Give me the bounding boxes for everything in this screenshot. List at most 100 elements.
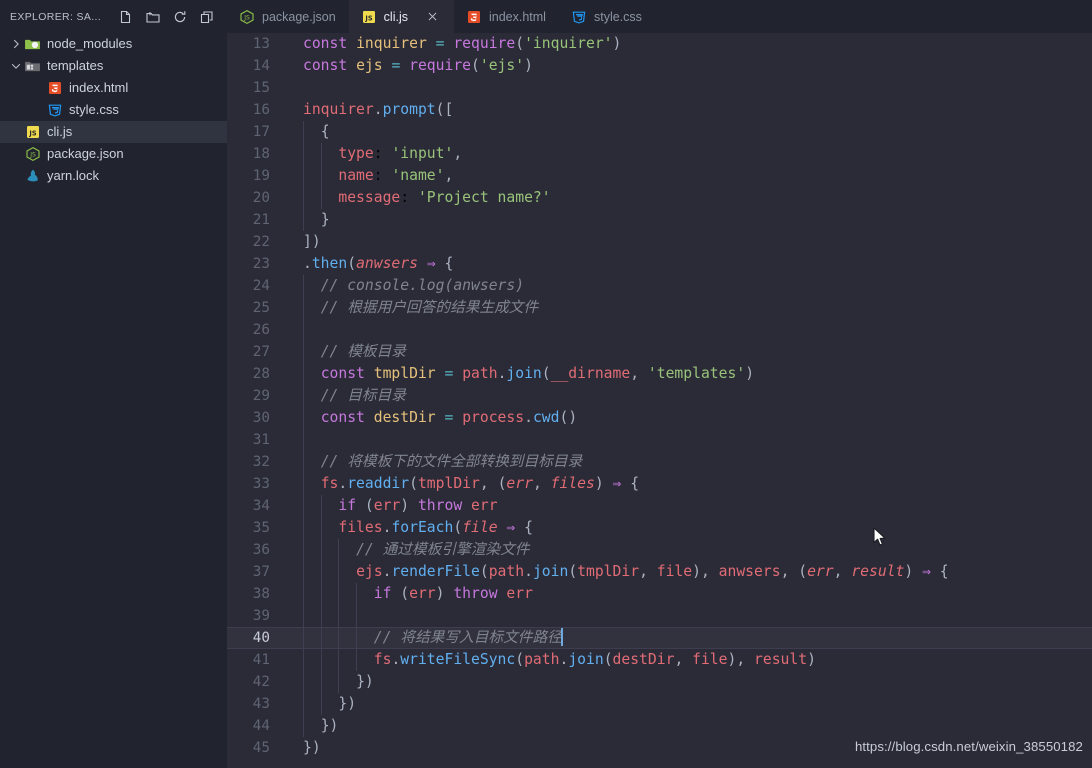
line-text[interactable]: if (err) throw err (287, 583, 1092, 605)
editor-area: JS package.json JS cli.js index.html style.cs… (227, 0, 1092, 768)
tab-close-icon[interactable] (424, 8, 441, 25)
line-text[interactable]: fs.readdir(tmplDir, (err, files) ⇒ { (287, 473, 1092, 495)
line-text[interactable]: const ejs = require('ejs') (287, 55, 1092, 77)
chevron-right-icon[interactable] (8, 36, 24, 52)
code-line[interactable]: 42 }) (227, 671, 1092, 693)
tab-package-json[interactable]: JS package.json (227, 0, 349, 33)
code-line[interactable]: 15 (227, 77, 1092, 99)
line-text[interactable]: message: 'Project name?' (287, 187, 1092, 209)
line-number: 20 (252, 190, 270, 206)
editor-tabbar: JS package.json JS cli.js index.html style.cs… (227, 0, 1092, 33)
line-text[interactable]: // 模板目录 (287, 341, 1092, 363)
code-line[interactable]: 34 if (err) throw err (227, 495, 1092, 517)
tree-item-yarn-lock[interactable]: yarn.lock (0, 165, 227, 187)
watermark-url: https://blog.csdn.net/weixin_38550182 (854, 739, 1083, 754)
code-line[interactable]: 26 (227, 319, 1092, 341)
line-text[interactable]: files.forEach(file ⇒ { (287, 517, 1092, 539)
code-line[interactable]: 32 // 将模板下的文件全部转换到目标目录 (227, 451, 1092, 473)
line-number: 21 (252, 212, 270, 228)
line-number: 39 (252, 608, 270, 624)
code-content[interactable]: 13 const inquirer = require('inquirer') 14… (227, 33, 1092, 759)
collapse-all-icon[interactable] (199, 9, 215, 25)
tree-item-node_modules[interactable]: node_modules (0, 33, 227, 55)
code-line[interactable]: 22]) (227, 231, 1092, 253)
tree-item-label: yarn.lock (47, 168, 100, 183)
line-text[interactable] (287, 429, 1092, 451)
code-line[interactable]: 35 files.forEach(file ⇒ { (227, 517, 1092, 539)
line-text[interactable]: }) (287, 715, 1092, 737)
code-line[interactable]: 13 const inquirer = require('inquirer') (227, 33, 1092, 55)
line-text[interactable]: } (287, 209, 1092, 231)
line-text[interactable]: const inquirer = require('inquirer') (287, 33, 1092, 55)
line-number: 38 (252, 586, 270, 602)
line-text[interactable] (287, 605, 1092, 627)
tab-index-html[interactable]: index.html (453, 0, 559, 33)
tree-item-package-json[interactable]: JS package.json (0, 143, 227, 165)
line-text[interactable]: // 通过模板引擎渲染文件 (287, 539, 1092, 561)
line-text[interactable]: }) (287, 671, 1092, 693)
code-line[interactable]: 21 } (227, 209, 1092, 231)
code-line[interactable]: 14 const ejs = require('ejs') (227, 55, 1092, 77)
line-text[interactable]: { (287, 121, 1092, 143)
indent-guide (303, 121, 304, 231)
code-line[interactable]: 24 // console.log(anwsers) (227, 275, 1092, 297)
line-text[interactable]: name: 'name', (287, 165, 1092, 187)
code-line[interactable]: 28 const tmplDir = path.join(__dirname, … (227, 363, 1092, 385)
tree-item-label: package.json (47, 146, 124, 161)
code-line[interactable]: 29 // 目标目录 (227, 385, 1092, 407)
tab-style-css[interactable]: style.css (558, 0, 655, 33)
line-text[interactable]: ejs.renderFile(path.join(tmplDir, file),… (287, 561, 1092, 583)
tree-item-cli-js[interactable]: JS cli.js (0, 121, 227, 143)
line-text[interactable]: inquirer.prompt([ (287, 99, 1092, 121)
line-text[interactable]: // 将模板下的文件全部转换到目标目录 (287, 451, 1092, 473)
code-line[interactable]: 17 { (227, 121, 1092, 143)
line-number: 26 (252, 322, 270, 338)
indent-guide (320, 143, 322, 209)
tree-item-templates[interactable]: templates (0, 55, 227, 77)
code-line[interactable]: 31 (227, 429, 1092, 451)
line-text[interactable]: // 目标目录 (287, 385, 1092, 407)
line-text[interactable] (287, 77, 1092, 99)
file-tree: node_modules templates index.html style.css… (0, 33, 227, 187)
code-line[interactable]: 33 fs.readdir(tmplDir, (err, files) ⇒ { (227, 473, 1092, 495)
line-number: 42 (252, 674, 270, 690)
line-text[interactable]: .then(anwsers ⇒ { (287, 253, 1092, 275)
line-text[interactable]: if (err) throw err (287, 495, 1092, 517)
line-text[interactable]: // console.log(anwsers) (287, 275, 1092, 297)
line-number: 22 (252, 234, 270, 250)
line-text[interactable]: const tmplDir = path.join(__dirname, 'te… (287, 363, 1092, 385)
line-text[interactable]: type: 'input', (287, 143, 1092, 165)
tree-item-index-html[interactable]: index.html (0, 77, 227, 99)
new-folder-icon[interactable] (145, 9, 161, 25)
html-icon (46, 80, 63, 97)
code-line[interactable]: 37 ejs.renderFile(path.join(tmplDir, fil… (227, 561, 1092, 583)
code-line[interactable]: 43 }) (227, 693, 1092, 715)
line-text[interactable] (287, 319, 1092, 341)
css-icon (46, 102, 63, 119)
tree-item-style-css[interactable]: style.css (0, 99, 227, 121)
code-editor[interactable]: 13 const inquirer = require('inquirer') 14… (227, 33, 1092, 768)
line-text[interactable]: ]) (287, 231, 1092, 253)
line-number: 29 (252, 388, 270, 404)
line-text[interactable]: // 将结果写入目标文件路径 (287, 627, 1092, 649)
text-caret (560, 628, 563, 646)
line-text[interactable]: const destDir = process.cwd() (287, 407, 1092, 429)
code-line[interactable]: 25 // 根据用户回答的结果生成文件 (227, 297, 1092, 319)
line-text[interactable]: // 根据用户回答的结果生成文件 (287, 297, 1092, 319)
tab-cli-js[interactable]: JS cli.js (348, 0, 454, 33)
code-line[interactable]: 18 type: 'input', (227, 143, 1092, 165)
chevron-down-icon[interactable] (8, 58, 24, 74)
code-line[interactable]: 27 // 模板目录 (227, 341, 1092, 363)
code-line[interactable]: 23 .then(anwsers ⇒ { (227, 253, 1092, 275)
line-text[interactable]: }) (287, 693, 1092, 715)
code-line[interactable]: 30 const destDir = process.cwd() (227, 407, 1092, 429)
code-line[interactable]: 16 inquirer.prompt([ (227, 99, 1092, 121)
refresh-icon[interactable] (172, 9, 188, 25)
line-text[interactable]: fs.writeFileSync(path.join(destDir, file… (287, 649, 1092, 671)
code-line[interactable]: 44 }) (227, 715, 1092, 737)
code-line[interactable]: 20 message: 'Project name?' (227, 187, 1092, 209)
new-file-icon[interactable] (118, 9, 134, 25)
line-number: 23 (252, 256, 270, 272)
code-line[interactable]: 36 // 通过模板引擎渲染文件 (227, 539, 1092, 561)
code-line[interactable]: 19 name: 'name', (227, 165, 1092, 187)
